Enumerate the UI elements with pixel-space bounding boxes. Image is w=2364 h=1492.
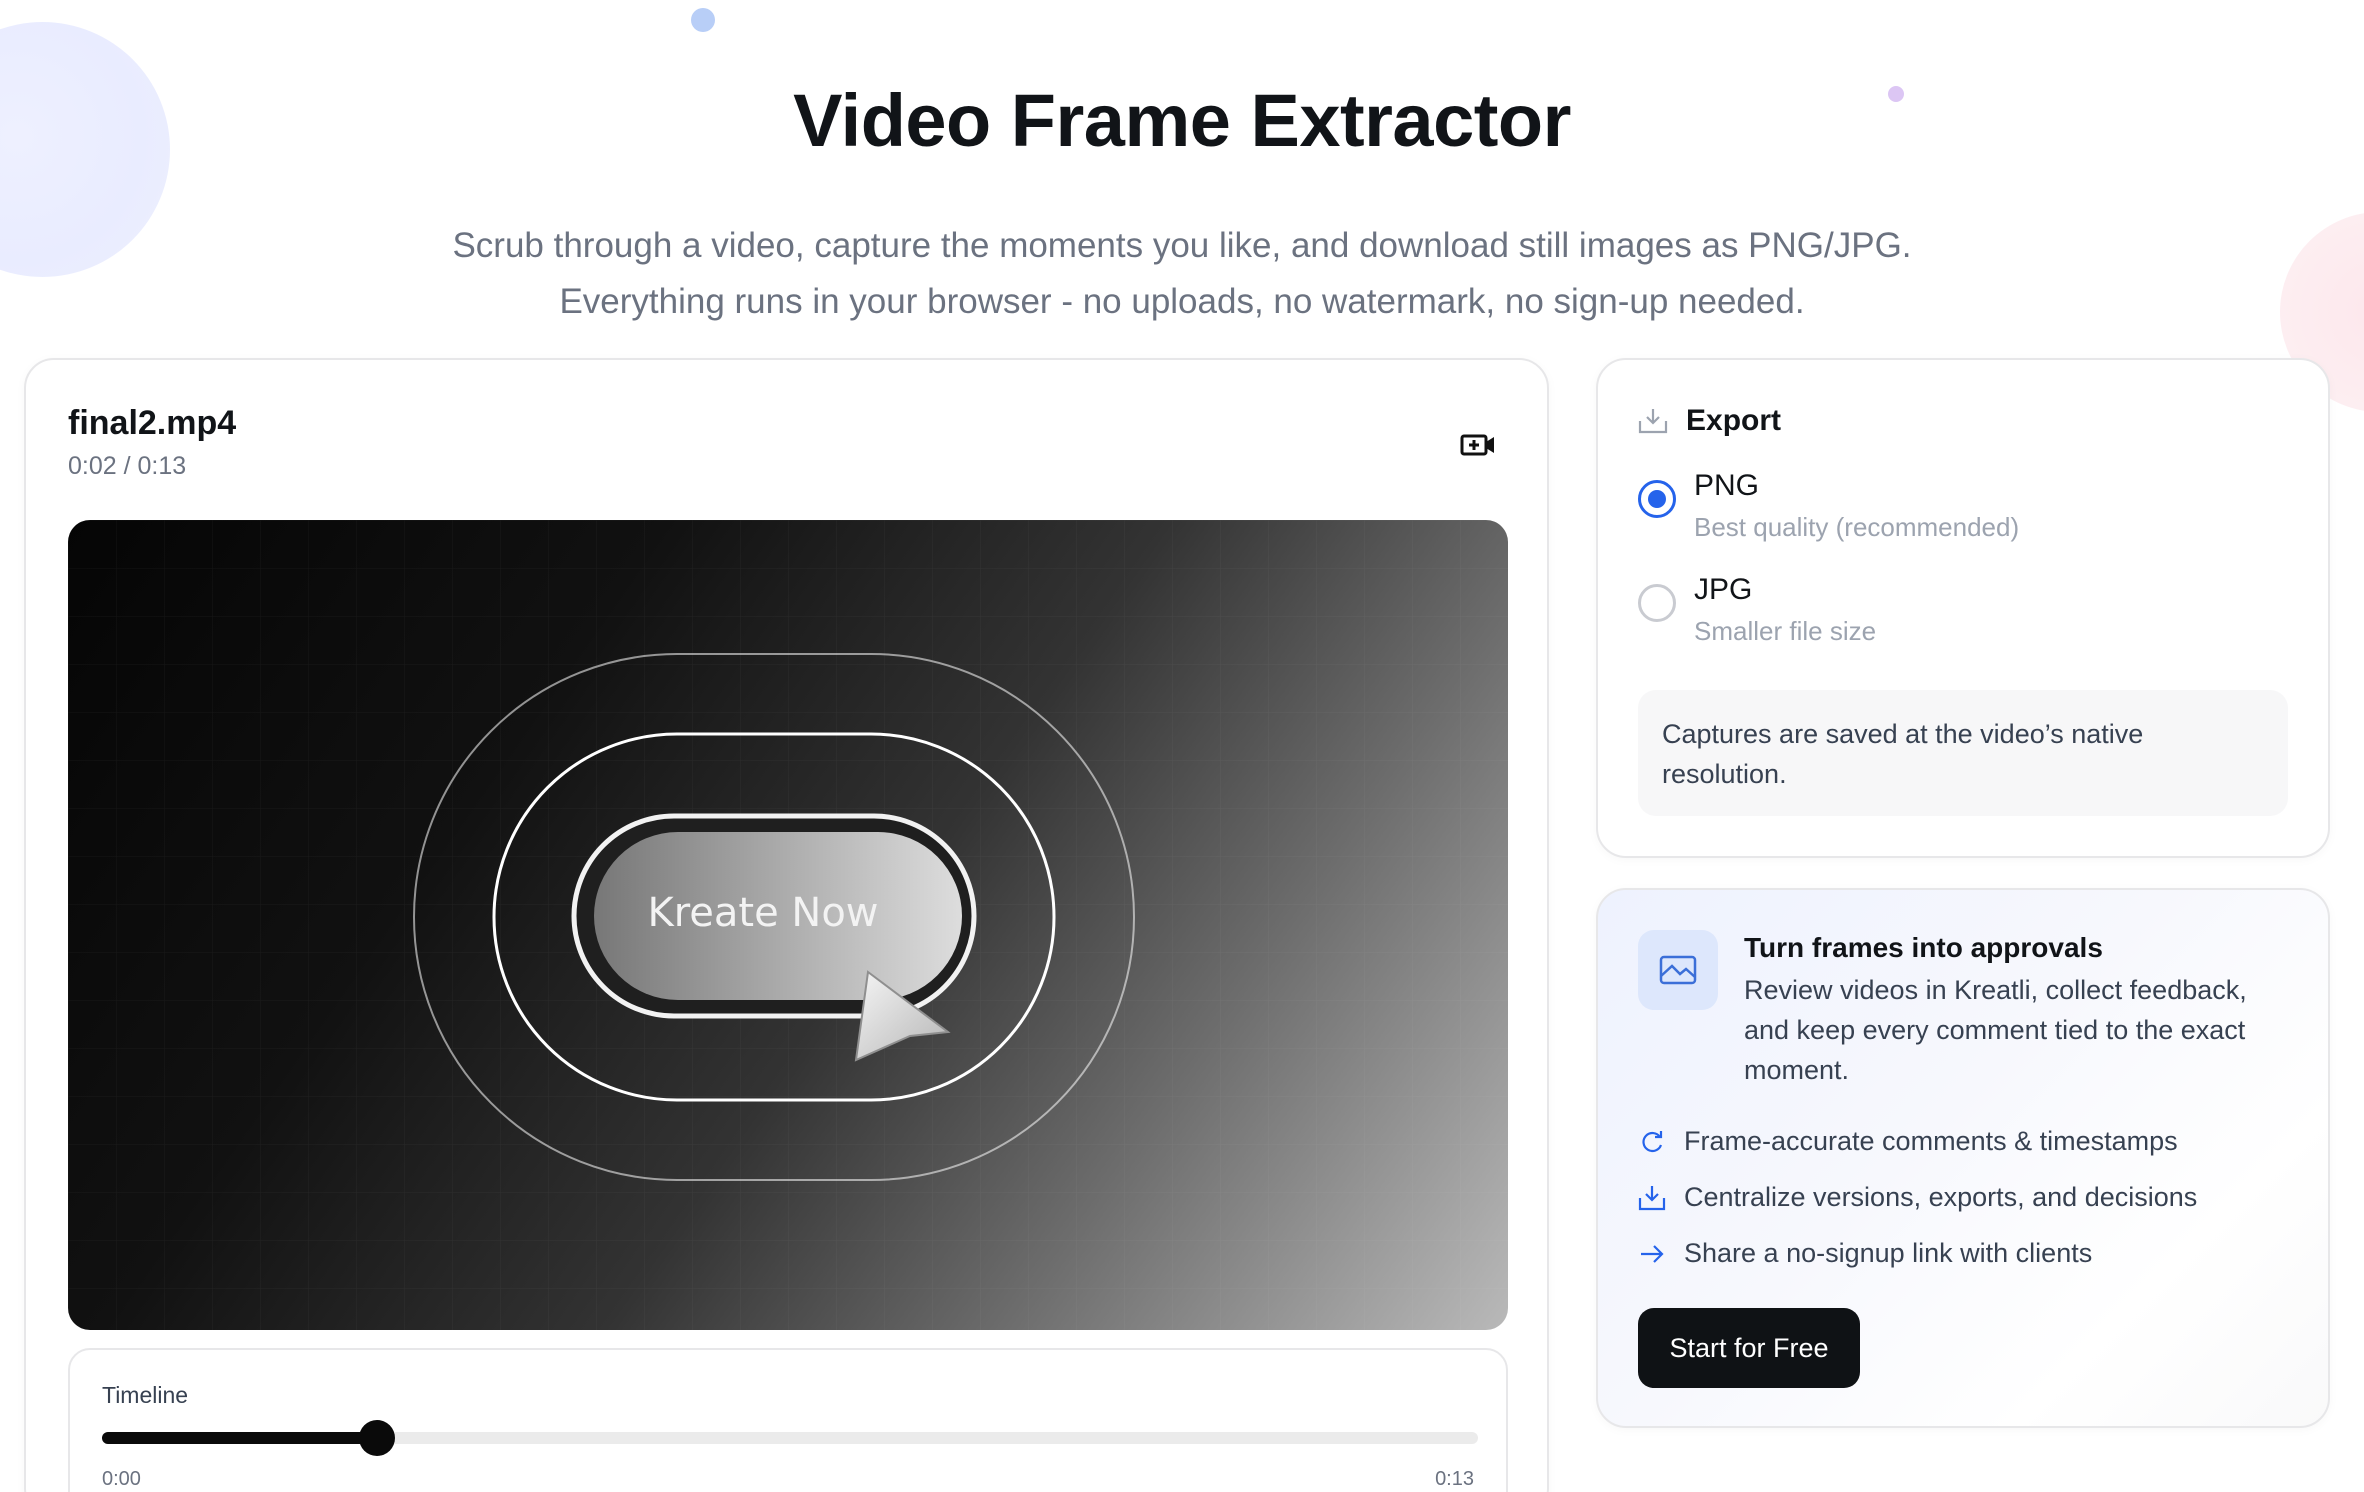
feature-item: Frame-accurate comments & timestamps — [1638, 1126, 2178, 1157]
refresh-icon — [1642, 1130, 1663, 1152]
video-card: final2.mp4 0:02 / 0:13 Kreate Now Timeli… — [24, 358, 1549, 1492]
promo-card: Turn frames into approvals Review videos… — [1596, 888, 2330, 1428]
start-for-free-button[interactable]: Start for Free — [1638, 1308, 1860, 1388]
arrow-right-icon — [1641, 1244, 1664, 1263]
option-description: Best quality (recommended) — [1694, 512, 2020, 542]
feature-label: Centralize versions, exports, and decisi… — [1684, 1182, 2198, 1212]
video-frame-text: Kreate Now — [647, 890, 879, 936]
feature-item: Centralize versions, exports, and decisi… — [1638, 1182, 2197, 1213]
timeline-start: 0:00 — [102, 1468, 141, 1490]
promo-icon-box — [1638, 930, 1718, 1010]
export-header: Export — [1638, 404, 1781, 438]
radio-jpg[interactable] — [1638, 584, 1676, 622]
feature-item: Share a no-signup link with clients — [1638, 1238, 2092, 1269]
option-label: JPG — [1694, 573, 1753, 606]
image-icon — [1659, 955, 1697, 985]
timeline-label: Timeline — [102, 1382, 189, 1408]
timeline-thumb[interactable] — [359, 1420, 396, 1456]
video-file-name: final2.mp4 — [68, 404, 237, 442]
export-note: Captures are saved at the video’s native… — [1638, 690, 2288, 816]
download-tray-icon — [1638, 409, 1668, 434]
timeline-progress — [102, 1432, 378, 1444]
subtitle-line: Everything runs in your browser - no upl… — [559, 282, 1805, 321]
option-label: PNG — [1694, 469, 1760, 502]
promo-text: Review videos in Kreatli, collect feedba… — [1744, 975, 2247, 1085]
feature-label: Share a no-signup link with clients — [1684, 1238, 2093, 1268]
page-subtitle: Scrub through a video, capture the momen… — [0, 218, 2364, 330]
radio-png[interactable] — [1638, 480, 1676, 518]
download-tray-icon — [1638, 1185, 1666, 1210]
decorative-dot — [691, 8, 715, 32]
promo-title: Turn frames into approvals — [1744, 932, 2103, 963]
timeline-panel: Timeline 0:00 0:13 — [68, 1348, 1508, 1492]
video-plus-icon[interactable] — [1458, 430, 1498, 460]
video-player[interactable]: Kreate Now — [68, 520, 1508, 1330]
export-option-png[interactable]: PNG Best quality (recommended) — [1638, 466, 2019, 543]
export-option-jpg[interactable]: JPG Smaller file size — [1638, 570, 1876, 647]
feature-label: Frame-accurate comments & timestamps — [1684, 1126, 2178, 1156]
timeline-slider[interactable] — [102, 1420, 1478, 1456]
option-description: Smaller file size — [1694, 616, 1877, 646]
video-time: 0:02 / 0:13 — [68, 452, 187, 480]
export-title: Export — [1686, 404, 1782, 437]
timeline-end: 0:13 — [1435, 1468, 1474, 1490]
subtitle-line: Scrub through a video, capture the momen… — [452, 226, 1912, 265]
export-card: Export PNG Best quality (recommended) JP… — [1596, 358, 2330, 858]
page-title: Video Frame Extractor — [793, 79, 1571, 162]
